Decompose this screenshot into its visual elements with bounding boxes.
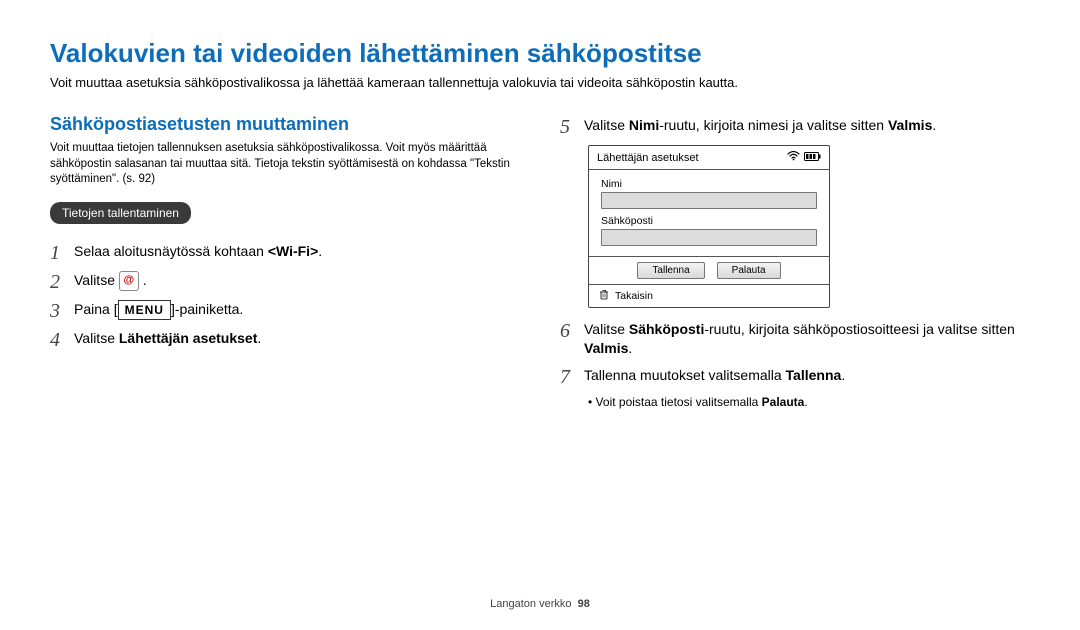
device-input-name[interactable] (601, 192, 817, 209)
battery-icon (804, 152, 821, 164)
step-text: Valitse Sähköposti-ruutu, kirjoita sähkö… (584, 320, 1030, 358)
intro-text: Voit muuttaa asetuksia sähköpostivalikos… (50, 75, 1030, 90)
step-6: 6 Valitse Sähköposti-ruutu, kirjoita säh… (560, 320, 1030, 358)
right-column: 5 Valitse Nimi-ruutu, kirjoita nimesi ja… (560, 108, 1030, 409)
step-5: 5 Valitse Nimi-ruutu, kirjoita nimesi ja… (560, 116, 1030, 137)
step-number: 6 (560, 320, 584, 341)
device-label-name: Nimi (601, 178, 817, 190)
step-number: 5 (560, 116, 584, 137)
back-icon[interactable] (599, 289, 609, 303)
device-input-email[interactable] (601, 229, 817, 246)
email-app-icon: @ (119, 271, 139, 291)
step-2: 2 Valitse @ . (50, 271, 520, 292)
device-header: Lähettäjän asetukset (589, 146, 829, 170)
step-1: 1 Selaa aloitusnäytössä kohtaan <Wi-Fi>. (50, 242, 520, 263)
device-back-label[interactable]: Takaisin (615, 290, 653, 302)
wifi-icon (787, 151, 800, 164)
step-number: 3 (50, 300, 74, 321)
step-text: Tallenna muutokset valitsemalla Tallenna… (584, 366, 1030, 385)
step-number: 7 (560, 366, 584, 387)
page-title: Valokuvien tai videoiden lähettäminen sä… (50, 38, 1030, 69)
section-heading: Sähköpostiasetusten muuttaminen (50, 114, 520, 135)
note-text: Voit poistaa tietosi valitsemalla Palaut… (588, 395, 1030, 409)
step-text: Valitse @ . (74, 271, 520, 291)
step-number: 4 (50, 329, 74, 350)
step-number: 1 (50, 242, 74, 263)
device-restore-button[interactable]: Palauta (717, 262, 781, 279)
menu-button-label: MENU (118, 300, 171, 320)
step-number: 2 (50, 271, 74, 292)
step-text: Valitse Lähettäjän asetukset. (74, 329, 520, 348)
page-footer: Langaton verkko 98 (0, 598, 1080, 610)
section-intro: Voit muuttaa tietojen tallennuksen asetu… (50, 141, 520, 188)
device-title: Lähettäjän asetukset (597, 152, 699, 164)
step-7: 7 Tallenna muutokset valitsemalla Tallen… (560, 366, 1030, 387)
step-text: Selaa aloitusnäytössä kohtaan <Wi-Fi>. (74, 242, 520, 261)
step-text: Paina [MENU]-painiketta. (74, 300, 520, 320)
device-label-email: Sähköposti (601, 215, 817, 227)
device-save-button[interactable]: Tallenna (637, 262, 704, 279)
step-4: 4 Valitse Lähettäjän asetukset. (50, 329, 520, 350)
step-text: Valitse Nimi-ruutu, kirjoita nimesi ja v… (584, 116, 1030, 135)
left-column: Sähköpostiasetusten muuttaminen Voit muu… (50, 108, 520, 409)
step-3: 3 Paina [MENU]-painiketta. (50, 300, 520, 321)
device-screenshot: Lähettäjän asetukset Nimi Sähköposti (588, 145, 830, 308)
subheading-pill: Tietojen tallentaminen (50, 202, 191, 224)
